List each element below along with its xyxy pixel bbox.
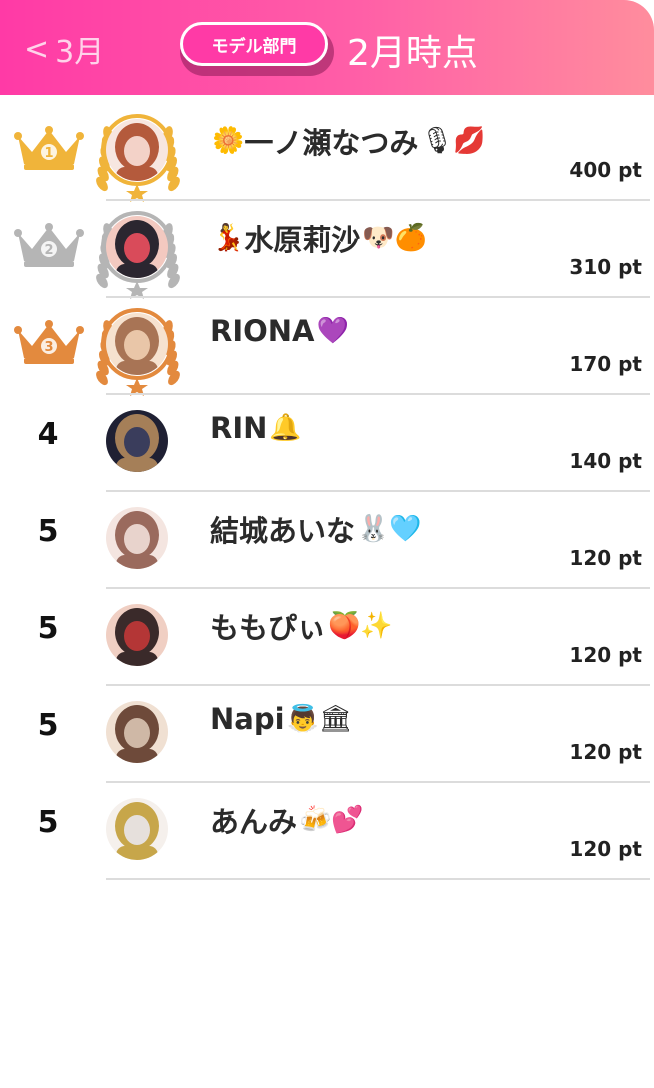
ranking-row[interactable]: 2 💃 水原莉沙 🐶🍊 310 pt bbox=[0, 201, 654, 301]
ranking-row[interactable]: 5 結城あいな 🐰🩵 120 pt bbox=[0, 492, 654, 589]
name-prefix-emoji: 💃 bbox=[212, 223, 245, 253]
model-name-text: Napi bbox=[210, 702, 285, 736]
avatar-wrap bbox=[88, 211, 188, 301]
points-value: 120 pt bbox=[569, 837, 642, 861]
ranking-row[interactable]: 3 RIONA 💜 170 pt bbox=[0, 298, 654, 398]
name-suffix-emoji: 🍑✨ bbox=[328, 611, 393, 641]
gold-crown-icon: 1 bbox=[14, 122, 84, 172]
name-prefix-emoji: 🌼 bbox=[212, 126, 245, 156]
model-name[interactable]: 🌼 一ノ瀬なつみ 🎙💋 bbox=[210, 120, 486, 162]
name-suffix-emoji: 🐰🩵 bbox=[357, 514, 422, 544]
model-name-text: 水原莉沙 bbox=[244, 223, 361, 257]
rank-number: 5 bbox=[37, 708, 59, 743]
name-suffix-emoji: 🔔 bbox=[269, 413, 302, 443]
ranking-row[interactable]: 5 Napi 👼🏛 120 pt bbox=[0, 686, 654, 783]
name-suffix-emoji: 👼🏛 bbox=[286, 704, 352, 734]
period-title: 2月時点 bbox=[347, 33, 478, 74]
avatar[interactable] bbox=[106, 216, 168, 278]
avatar-wrap bbox=[88, 696, 188, 786]
avatar[interactable] bbox=[106, 604, 168, 666]
svg-text:3: 3 bbox=[44, 340, 53, 355]
points-value: 120 pt bbox=[569, 546, 642, 570]
chevron-left-icon: < bbox=[24, 31, 50, 67]
ranking-row[interactable]: 5 あんみ 🍻💕 120 pt bbox=[0, 783, 654, 880]
points-value: 140 pt bbox=[569, 449, 642, 473]
model-name[interactable]: あんみ 🍻💕 bbox=[210, 799, 364, 841]
points-value: 400 pt bbox=[569, 158, 642, 182]
points-value: 120 pt bbox=[569, 740, 642, 764]
bronze-crown-icon: 3 bbox=[14, 316, 84, 366]
model-name[interactable]: ももぴぃ 🍑✨ bbox=[210, 605, 393, 647]
back-to-previous-month-button[interactable]: < 3月 bbox=[24, 27, 104, 71]
ranking-row[interactable]: 1 🌼 一ノ瀬なつみ 🎙💋 400 pt bbox=[0, 104, 654, 204]
row-divider bbox=[106, 878, 650, 880]
model-name[interactable]: Napi 👼🏛 bbox=[210, 702, 352, 736]
rank-number: 5 bbox=[37, 514, 59, 549]
avatar-wrap bbox=[88, 502, 188, 592]
name-suffix-emoji: 💜 bbox=[316, 316, 349, 346]
avatar[interactable] bbox=[106, 798, 168, 860]
model-name-text: 結城あいな bbox=[210, 514, 356, 548]
avatar-wrap bbox=[88, 308, 188, 398]
svg-text:1: 1 bbox=[44, 146, 53, 161]
points-value: 310 pt bbox=[569, 255, 642, 279]
avatar[interactable] bbox=[106, 410, 168, 472]
model-name[interactable]: 結城あいな 🐰🩵 bbox=[210, 508, 422, 550]
model-name-text: 一ノ瀬なつみ bbox=[244, 126, 419, 160]
name-suffix-emoji: 🎙💋 bbox=[420, 126, 486, 156]
category-pill-button[interactable]: モデル部門 bbox=[180, 22, 328, 66]
svg-text:2: 2 bbox=[44, 243, 53, 258]
rank-number: 5 bbox=[37, 805, 59, 840]
model-name[interactable]: RIONA 💜 bbox=[210, 314, 349, 348]
avatar-wrap bbox=[88, 405, 188, 495]
model-name[interactable]: RIN 🔔 bbox=[210, 411, 302, 445]
ranking-row[interactable]: 4 RIN 🔔 140 pt bbox=[0, 395, 654, 492]
avatar-wrap bbox=[88, 114, 188, 204]
category-pill-wrap: モデル部門 bbox=[180, 22, 334, 76]
back-month-label: 3月 bbox=[55, 35, 105, 70]
name-suffix-emoji: 🍻💕 bbox=[299, 805, 364, 835]
ranking-row[interactable]: 5 ももぴぃ 🍑✨ 120 pt bbox=[0, 589, 654, 686]
model-name-text: RIONA bbox=[210, 314, 315, 348]
points-value: 120 pt bbox=[569, 643, 642, 667]
model-name-text: RIN bbox=[210, 411, 268, 445]
silver-crown-icon: 2 bbox=[14, 219, 84, 269]
model-name-text: あんみ bbox=[210, 805, 298, 839]
avatar[interactable] bbox=[106, 701, 168, 763]
model-name-text: ももぴぃ bbox=[210, 611, 327, 645]
avatar-wrap bbox=[88, 599, 188, 689]
points-value: 170 pt bbox=[569, 352, 642, 376]
rank-number: 5 bbox=[37, 611, 59, 646]
category-pill-label: モデル部門 bbox=[211, 36, 297, 57]
header-bar: < 3月 モデル部門 2月時点 bbox=[0, 0, 654, 95]
rank-number: 4 bbox=[37, 417, 59, 452]
avatar[interactable] bbox=[106, 507, 168, 569]
avatar-wrap bbox=[88, 793, 188, 883]
avatar[interactable] bbox=[106, 313, 168, 375]
avatar[interactable] bbox=[106, 119, 168, 181]
model-name[interactable]: 💃 水原莉沙 🐶🍊 bbox=[210, 217, 427, 259]
name-suffix-emoji: 🐶🍊 bbox=[362, 223, 428, 253]
